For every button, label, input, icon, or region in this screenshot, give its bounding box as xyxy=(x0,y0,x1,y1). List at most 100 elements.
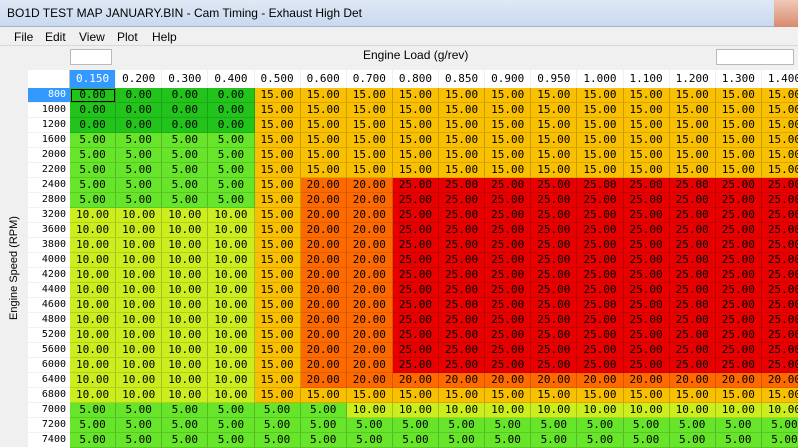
table-cell[interactable]: 5.00 xyxy=(300,418,347,433)
column-header[interactable]: 0.600 xyxy=(300,70,346,88)
table-cell[interactable]: 10.00 xyxy=(116,328,163,343)
table-cell[interactable]: 25.00 xyxy=(715,178,762,193)
table-cell[interactable]: 15.00 xyxy=(669,148,716,163)
table-cell[interactable]: 15.00 xyxy=(623,163,670,178)
table-cell[interactable]: 15.00 xyxy=(669,388,716,403)
table-cell[interactable]: 25.00 xyxy=(531,193,578,208)
table-cell[interactable]: 10.00 xyxy=(116,343,163,358)
table-cell[interactable]: 25.00 xyxy=(392,298,439,313)
table-cell[interactable]: 15.00 xyxy=(577,118,624,133)
row-header[interactable]: 5600 xyxy=(28,343,70,357)
table-cell[interactable]: 25.00 xyxy=(623,268,670,283)
table-cell[interactable]: 15.00 xyxy=(300,163,347,178)
table-cell[interactable]: 25.00 xyxy=(623,208,670,223)
table-cell[interactable]: 25.00 xyxy=(761,283,798,298)
table-cell[interactable]: 25.00 xyxy=(531,208,578,223)
table-cell[interactable]: 25.00 xyxy=(715,328,762,343)
table-cell[interactable]: 15.00 xyxy=(392,388,439,403)
table-cell[interactable]: 5.00 xyxy=(162,133,209,148)
table-cell[interactable]: 5.00 xyxy=(70,163,117,178)
table-cell[interactable]: 10.00 xyxy=(208,283,255,298)
table-cell[interactable]: 10.00 xyxy=(208,328,255,343)
table-cell[interactable]: 25.00 xyxy=(669,313,716,328)
table-cell[interactable]: 10.00 xyxy=(116,253,163,268)
table-cell[interactable]: 20.00 xyxy=(300,238,347,253)
table-cell[interactable]: 5.00 xyxy=(254,403,301,418)
table-cell[interactable]: 25.00 xyxy=(531,298,578,313)
table-cell[interactable]: 25.00 xyxy=(392,223,439,238)
table-cell[interactable]: 5.00 xyxy=(485,433,532,448)
table-cell[interactable]: 15.00 xyxy=(392,103,439,118)
table-cell[interactable]: 10.00 xyxy=(439,403,486,418)
table-cell[interactable]: 25.00 xyxy=(669,268,716,283)
table-cell[interactable]: 15.00 xyxy=(715,388,762,403)
table-cell[interactable]: 20.00 xyxy=(346,223,393,238)
table-cell[interactable]: 15.00 xyxy=(485,103,532,118)
table-cell[interactable]: 25.00 xyxy=(485,238,532,253)
table-cell[interactable]: 15.00 xyxy=(669,88,716,103)
table-cell[interactable]: 25.00 xyxy=(439,208,486,223)
table-cell[interactable]: 15.00 xyxy=(531,88,578,103)
table-cell[interactable]: 15.00 xyxy=(254,253,301,268)
table-cell[interactable]: 15.00 xyxy=(531,118,578,133)
table-cell[interactable]: 25.00 xyxy=(531,343,578,358)
table-cell[interactable]: 15.00 xyxy=(439,388,486,403)
table-cell[interactable]: 0.00 xyxy=(116,88,163,103)
table-cell[interactable]: 25.00 xyxy=(623,238,670,253)
table-cell[interactable]: 25.00 xyxy=(531,358,578,373)
table-cell[interactable]: 10.00 xyxy=(162,268,209,283)
table-cell[interactable]: 10.00 xyxy=(162,343,209,358)
table-cell[interactable]: 10.00 xyxy=(116,283,163,298)
table-cell[interactable]: 5.00 xyxy=(346,418,393,433)
table-cell[interactable]: 20.00 xyxy=(623,373,670,388)
table-cell[interactable]: 5.00 xyxy=(162,148,209,163)
table-cell[interactable]: 25.00 xyxy=(392,193,439,208)
table-cell[interactable]: 25.00 xyxy=(485,283,532,298)
table-cell[interactable]: 10.00 xyxy=(208,253,255,268)
table-cell[interactable]: 25.00 xyxy=(623,328,670,343)
table-cell[interactable]: 10.00 xyxy=(162,313,209,328)
table-cell[interactable]: 10.00 xyxy=(70,358,117,373)
table-cell[interactable]: 25.00 xyxy=(392,208,439,223)
table-cell[interactable]: 10.00 xyxy=(70,373,117,388)
table-cell[interactable]: 10.00 xyxy=(116,223,163,238)
table-cell[interactable]: 10.00 xyxy=(761,403,798,418)
table-cell[interactable]: 5.00 xyxy=(162,178,209,193)
table-cell[interactable]: 5.00 xyxy=(116,163,163,178)
row-header[interactable]: 7400 xyxy=(28,433,70,447)
table-cell[interactable]: 20.00 xyxy=(300,208,347,223)
table-cell[interactable]: 5.00 xyxy=(70,418,117,433)
table-cell[interactable]: 10.00 xyxy=(162,223,209,238)
table-cell[interactable]: 15.00 xyxy=(577,103,624,118)
table-cell[interactable]: 5.00 xyxy=(116,193,163,208)
table-cell[interactable]: 10.00 xyxy=(208,373,255,388)
table-cell[interactable]: 15.00 xyxy=(485,133,532,148)
table-cell[interactable]: 15.00 xyxy=(346,388,393,403)
table-cell[interactable]: 25.00 xyxy=(485,208,532,223)
table-cell[interactable]: 15.00 xyxy=(623,388,670,403)
table-cell[interactable]: 20.00 xyxy=(346,313,393,328)
table-cell[interactable]: 15.00 xyxy=(715,133,762,148)
menu-help[interactable]: Help xyxy=(152,30,177,44)
table-cell[interactable]: 25.00 xyxy=(761,208,798,223)
row-header[interactable]: 4800 xyxy=(28,313,70,327)
table-cell[interactable]: 5.00 xyxy=(761,433,798,448)
menu-view[interactable]: View xyxy=(79,30,105,44)
row-header[interactable]: 4600 xyxy=(28,298,70,312)
table-cell[interactable]: 15.00 xyxy=(300,103,347,118)
row-header[interactable]: 5200 xyxy=(28,328,70,342)
table-cell[interactable]: 15.00 xyxy=(485,88,532,103)
table-cell[interactable]: 25.00 xyxy=(715,358,762,373)
table-cell[interactable]: 25.00 xyxy=(439,253,486,268)
table-cell[interactable]: 5.00 xyxy=(162,163,209,178)
table-cell[interactable]: 0.00 xyxy=(208,88,255,103)
table-cell[interactable]: 10.00 xyxy=(162,253,209,268)
table-cell[interactable]: 15.00 xyxy=(761,103,798,118)
row-header[interactable]: 2200 xyxy=(28,163,70,177)
table-cell[interactable]: 25.00 xyxy=(485,178,532,193)
table-cell[interactable]: 25.00 xyxy=(669,193,716,208)
table-cell[interactable]: 15.00 xyxy=(669,103,716,118)
table-cell[interactable]: 20.00 xyxy=(531,373,578,388)
table-cell[interactable]: 25.00 xyxy=(577,313,624,328)
table-cell[interactable]: 10.00 xyxy=(70,388,117,403)
